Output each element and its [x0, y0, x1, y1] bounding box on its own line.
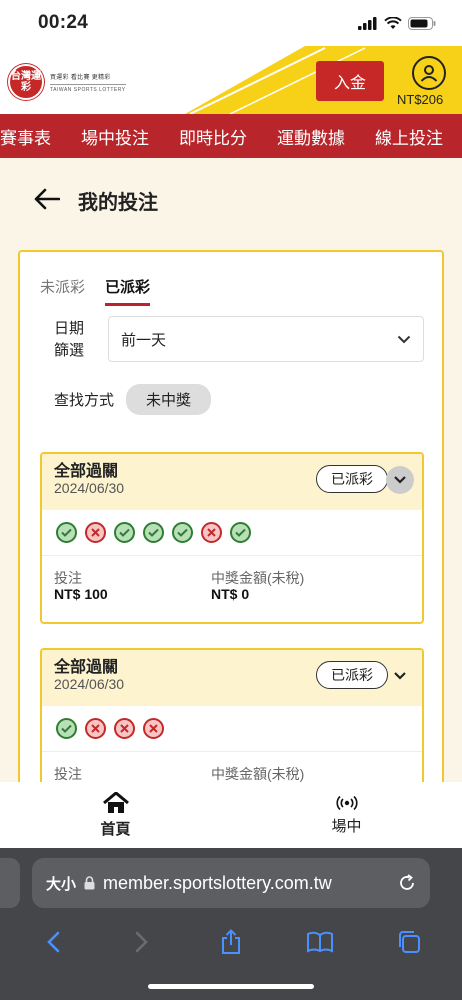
wifi-icon [384, 16, 402, 29]
bottom-nav-home-label: 首頁 [100, 820, 131, 838]
user-icon [412, 56, 446, 90]
back-arrow-icon[interactable] [34, 187, 61, 215]
win-check-icon [114, 522, 135, 543]
date-filter-value: 前一天 [121, 331, 167, 349]
nav-item-online-betting[interactable]: 線上投注 [375, 124, 462, 149]
bottom-nav-home[interactable]: 首頁 [0, 782, 231, 848]
search-method-label: 查找方式 [54, 392, 115, 409]
loss-cross-icon [114, 718, 135, 739]
loss-cross-icon [143, 718, 164, 739]
expand-chevron-icon[interactable] [386, 662, 414, 690]
win-check-icon [172, 522, 193, 543]
nav-item-schedule[interactable]: 賽事表 [0, 124, 81, 149]
tab-pending[interactable]: 未派彩 [40, 276, 85, 306]
forward-icon[interactable] [122, 924, 162, 960]
nav-item-live-scores[interactable]: 即時比分 [179, 124, 277, 149]
status-badge: 已派彩 [316, 465, 388, 493]
signal-icon [358, 16, 377, 30]
bet-results [42, 706, 422, 752]
share-icon[interactable] [211, 924, 251, 960]
stake-value: NT$ 100 [54, 586, 108, 602]
bottom-nav-live-label: 場中 [331, 817, 362, 835]
win-check-icon [56, 522, 77, 543]
stake-label: 投注 [54, 766, 82, 782]
search-method-row: 查找方式 未中獎 [54, 384, 212, 415]
loss-cross-icon [85, 718, 106, 739]
prize-block: 中獎金額(未稅) [211, 766, 304, 782]
stake-label: 投注 [54, 570, 82, 586]
loss-cross-icon [201, 522, 222, 543]
bottom-nav-live[interactable]: 場中 [231, 782, 462, 848]
tab-settled[interactable]: 已派彩 [105, 276, 151, 306]
prize-label: 中獎金額(未稅) [211, 766, 305, 782]
win-check-icon [56, 718, 77, 739]
bet-card-footer: 投注 NT$ 100 中獎金額(未稅) NT$ 0 [42, 556, 422, 614]
status-badge: 已派彩 [316, 661, 388, 689]
bet-results [42, 510, 422, 556]
loss-cross-icon [85, 522, 106, 543]
date-filter-select[interactable]: 前一天 [108, 316, 424, 362]
logo-english: TAIWAN SPORTS LOTTERY [50, 83, 126, 93]
previous-tab-edge[interactable] [0, 858, 20, 908]
bet-card-header: 全部過關 2024/06/30 已派彩 [42, 454, 422, 510]
bookmarks-icon[interactable] [300, 924, 340, 960]
reload-icon[interactable] [398, 874, 416, 892]
bet-card[interactable]: 全部過關 2024/06/30 已派彩 投注 NT$ 100 中獎金額(未稅) … [40, 452, 424, 624]
bet-status-tabs: 未派彩 已派彩 [40, 276, 151, 306]
win-check-icon [230, 522, 251, 543]
status-bar: 00:24 [0, 0, 462, 46]
nav-item-sports-data[interactable]: 運動數據 [277, 124, 375, 149]
back-icon[interactable] [33, 924, 73, 960]
win-check-icon [143, 522, 164, 543]
logo-slogan: 買運彩 看比賽 更精彩 [50, 74, 111, 81]
page-title: 我的投注 [78, 192, 158, 214]
home-indicator [148, 984, 314, 989]
text-size-button[interactable]: 大小 [46, 873, 76, 894]
url-text: member.sportslottery.com.tw [103, 872, 332, 893]
bet-card-header: 全部過關 2024/06/30 已派彩 [42, 650, 422, 706]
nav-item-live-betting[interactable]: 場中投注 [81, 124, 179, 149]
account-balance: NT$206 [397, 92, 444, 107]
browser-chrome: 大小 member.sportslottery.com.tw [0, 848, 462, 1000]
prize-value: NT$ 0 [211, 586, 250, 602]
prize-block: 中獎金額(未稅) NT$ 0 [211, 570, 304, 602]
deposit-button[interactable]: 入金 [316, 61, 384, 101]
browser-toolbar [0, 922, 462, 962]
search-method-chip[interactable]: 未中獎 [126, 384, 212, 415]
my-bets-panel: 未派彩 已派彩 日期篩選 前一天 查找方式 未中獎 全部過關 2024/06/3… [18, 250, 444, 810]
status-time: 00:24 [38, 12, 89, 33]
tabs-icon[interactable] [389, 924, 429, 960]
site-logo[interactable]: 台灣運彩 買運彩 看比賽 更精彩 TAIWAN SPORTS LOTTERY [8, 64, 126, 100]
chevron-down-icon [397, 335, 411, 343]
main-nav: 賽事表 場中投注 即時比分 運動數據 線上投注 [0, 114, 462, 158]
status-icons [358, 16, 436, 30]
lock-icon [84, 876, 95, 890]
logo-badge: 台灣運彩 [8, 64, 44, 100]
stake-block: 投注 NT$ 100 [54, 570, 211, 602]
prize-label: 中獎金額(未稅) [211, 570, 305, 586]
bottom-nav: 首頁 場中 [0, 782, 462, 848]
date-filter-label: 日期篩選 [54, 320, 85, 359]
broadcast-icon [335, 795, 358, 810]
expand-chevron-icon[interactable] [386, 466, 414, 494]
account-button[interactable]: NT$206 [396, 56, 462, 114]
home-icon [102, 791, 129, 813]
battery-icon [408, 16, 436, 30]
page-heading: 我的投注 [34, 186, 158, 215]
address-bar[interactable]: 大小 member.sportslottery.com.tw [32, 858, 430, 908]
site-header: 台灣運彩 買運彩 看比賽 更精彩 TAIWAN SPORTS LOTTERY 入… [0, 46, 462, 114]
stake-block: 投注 [54, 766, 211, 782]
